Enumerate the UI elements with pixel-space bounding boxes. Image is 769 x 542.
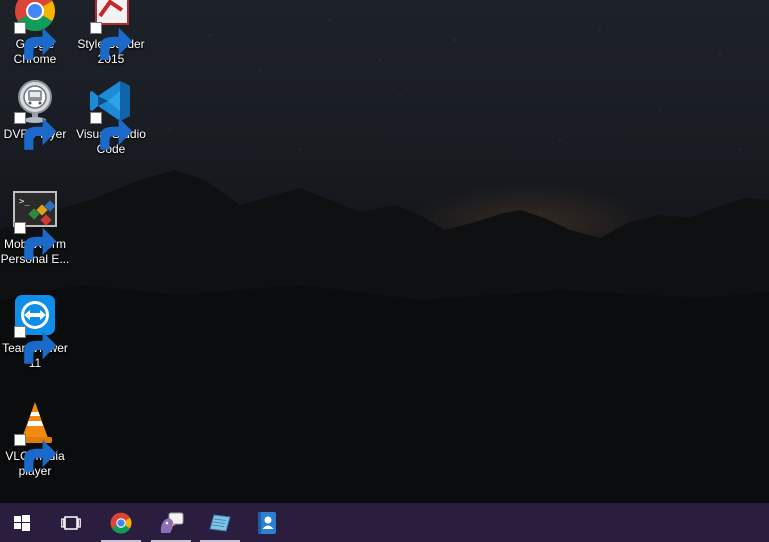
shortcut-arrow-icon [90, 22, 133, 60]
taskbar [0, 503, 769, 542]
start-button[interactable] [0, 503, 44, 542]
contacts-icon [256, 511, 278, 535]
teamviewer-icon [12, 292, 58, 364]
shortcut-arrow-icon [14, 326, 57, 364]
shortcut-arrow-icon [14, 22, 57, 60]
desktop-icon-mobaxterm[interactable]: >_ MobaXterm Personal E... [0, 188, 71, 267]
task-view-icon [61, 515, 81, 531]
style-builder-icon [88, 0, 134, 60]
desktop-icon-teamviewer[interactable]: TeamViewer 11 [0, 292, 71, 371]
desktop-icon-dvr-player[interactable]: DVR Player [0, 78, 71, 150]
task-view-button[interactable] [49, 503, 93, 542]
windows-start-icon [14, 514, 30, 531]
desktop-wallpaper [0, 0, 769, 503]
desktop-icon-vlc[interactable]: VLC media player [0, 400, 71, 479]
shortcut-arrow-icon [14, 434, 57, 472]
pidgin-icon [158, 511, 184, 535]
dvr-player-icon [12, 78, 58, 150]
vscode-icon [88, 78, 134, 150]
desktop-icon-style-builder[interactable]: Style Builder 2015 [75, 0, 147, 67]
shortcut-arrow-icon [14, 112, 57, 150]
desktop-icon-google-chrome[interactable]: Google Chrome [0, 0, 71, 67]
mobaxterm-icon: >_ [12, 188, 58, 260]
svg-text:>_: >_ [19, 197, 30, 207]
desktop-icon-visual-studio-code[interactable]: Visual Studio Code [75, 78, 147, 157]
taskbar-contacts-button[interactable] [245, 503, 289, 542]
vlc-icon [12, 400, 58, 472]
taskbar-notepad-button[interactable] [198, 503, 242, 542]
shortcut-arrow-icon [14, 222, 57, 260]
taskbar-chrome-button[interactable] [99, 503, 143, 542]
notepad-icon [208, 511, 232, 535]
chrome-icon [12, 0, 58, 60]
chrome-icon [109, 511, 133, 535]
shortcut-arrow-icon [90, 112, 133, 150]
taskbar-pidgin-button[interactable] [149, 503, 193, 542]
